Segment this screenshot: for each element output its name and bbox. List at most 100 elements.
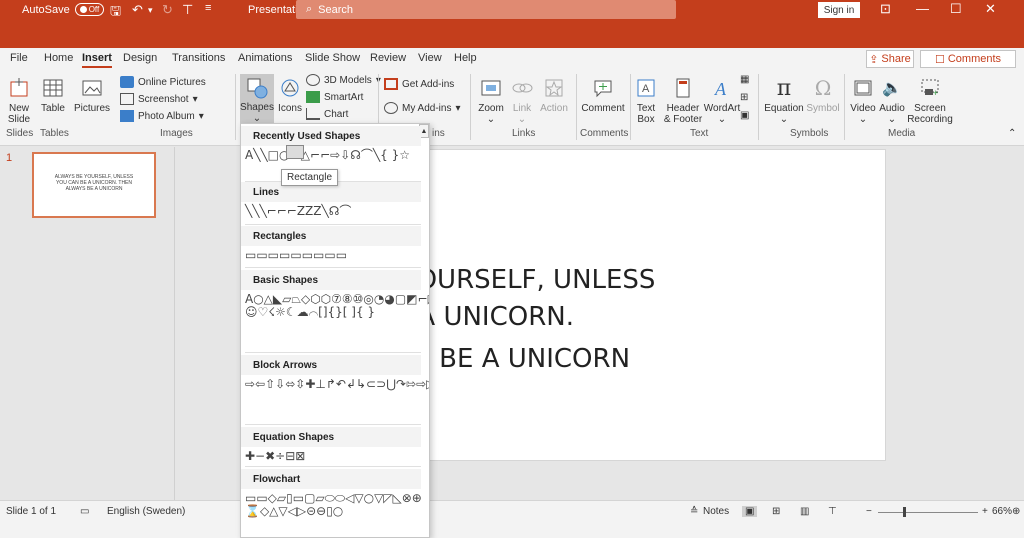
save-icon[interactable]: 🖫 — [110, 2, 121, 24]
equation-button[interactable]: π Equation ⌄ — [764, 76, 804, 125]
3d-models-button[interactable]: 3D Models▾ — [306, 74, 381, 86]
ribbon-display-icon[interactable]: ⊡ — [880, 1, 891, 17]
wordart-button[interactable]: A WordArt ⌄ — [704, 76, 741, 125]
tab-animations[interactable]: Animations — [238, 52, 292, 64]
tab-transitions[interactable]: Transitions — [172, 52, 225, 64]
online-pictures-button[interactable]: Online Pictures — [120, 76, 206, 88]
flowchart-shapes[interactable]: ▭▭◇▱▯▭▢▱⬭⬭◁▽○▽◸◺⊗⊕⌛◇△▽◁▷⊝⊖▯○ — [241, 489, 422, 518]
symbol-button[interactable]: Ω Symbol — [806, 76, 840, 115]
tab-help[interactable]: Help — [454, 52, 477, 64]
recent-shapes[interactable]: A╲╲□○▭△⌐⌐⇨⇩☊⌒╲{ }☆ — [241, 146, 421, 162]
undo-icon[interactable]: ↶ — [132, 2, 143, 18]
speaker-icon: 🔈 — [882, 79, 902, 97]
section-heading: Flowchart — [241, 469, 421, 489]
rectangle-shape-hover[interactable] — [286, 145, 304, 159]
zoom-button[interactable]: Zoom ⌄ — [476, 76, 506, 125]
new-slide-button[interactable]: New Slide — [4, 76, 34, 125]
tab-insert[interactable]: Insert — [82, 52, 112, 68]
share-button[interactable]: ⇪ Share — [866, 50, 914, 68]
group-label-slides: Slides — [6, 128, 34, 139]
comment-icon — [590, 76, 616, 100]
customize-toolbar-icon[interactable]: ≡ — [205, 2, 211, 14]
get-addins-button[interactable]: Get Add-ins — [384, 78, 454, 90]
screen-recording-button[interactable]: + Screen Recording — [907, 76, 953, 125]
slide-thumbnail[interactable]: ALWAYS BE YOURSELF, UNLESS YOU CAN BE A … — [32, 152, 156, 218]
undo-dropdown-icon[interactable]: ▾ — [148, 5, 153, 16]
slide-number-icon[interactable]: ⊞ — [740, 92, 748, 103]
header-footer-button[interactable]: Header & Footer — [662, 76, 704, 125]
video-button[interactable]: Video ⌄ — [848, 76, 878, 125]
tab-slide-show[interactable]: Slide Show — [305, 52, 360, 64]
sign-in-button[interactable]: Sign in — [818, 2, 860, 18]
zoom-in-icon[interactable]: + — [982, 506, 988, 517]
collapse-ribbon-icon[interactable]: ⌃ — [1008, 128, 1016, 139]
status-bar: Slide 1 of 1 ▭ English (Sweden) ≙ Notes … — [0, 500, 1024, 538]
block-arrow-shapes[interactable]: ⇨⇦⇧⇩⬄⇳✚⊥↱↶↲↳⊂⊃⋃↷⇰⇨▷⊳⇨⊳⇩⊲⇧✚⇧ — [241, 375, 429, 391]
zoom-level[interactable]: 66% — [992, 506, 1012, 517]
icons-button[interactable]: Icons — [276, 76, 304, 114]
screenshot-button[interactable]: Screenshot ▾ — [120, 93, 198, 105]
autosave-toggle[interactable]: AutoSave Off — [22, 3, 105, 16]
autosave-switch[interactable]: Off — [74, 3, 105, 16]
close-icon[interactable]: ✕ — [985, 1, 996, 17]
tab-file[interactable]: File — [10, 52, 28, 64]
group-label-symbols: Symbols — [790, 128, 829, 139]
tab-view[interactable]: View — [418, 52, 442, 64]
smartart-button[interactable]: SmartArt — [306, 91, 363, 103]
redo-icon[interactable]: ↻ — [162, 2, 173, 18]
slideshow-icon[interactable]: ⊤ — [828, 506, 837, 517]
group-label-images: Images — [160, 128, 193, 139]
fit-to-window-icon[interactable]: ⊕ — [1012, 506, 1020, 517]
audio-button[interactable]: 🔈 Audio ⌄ — [878, 76, 906, 125]
photo-album-icon — [120, 110, 134, 122]
section-heading: Block Arrows — [241, 355, 421, 375]
table-button[interactable]: Table — [38, 76, 68, 114]
link-button[interactable]: Link ⌄ — [508, 76, 536, 125]
line-shapes[interactable]: ╲╲╲⌐⌐⌐ZZZ╲☊⌒ — [241, 202, 421, 218]
action-icon — [541, 76, 567, 100]
equation-shapes[interactable]: ✚−✖÷⊟⊠ — [241, 447, 421, 463]
notes-button[interactable]: Notes — [703, 506, 729, 517]
shapes-button[interactable]: Shapes ⌄ — [240, 74, 274, 124]
icons-icon — [277, 76, 303, 100]
my-addins-button[interactable]: My Add-ins ▾ — [384, 102, 461, 114]
ribbon-tabs: File Home Insert Design Transitions Anim… — [0, 48, 1024, 70]
basic-shapes[interactable]: A○△◣▱⏢◇⬡⬡⑦⑧⑩◎◔◕▢◩⌐◸✚⬡▢▢▢◎◉⌒◰☺♡☇☼☾☁⌒[]{}[… — [241, 290, 429, 319]
search-box[interactable]: ⌕ Search — [296, 0, 676, 19]
accessibility-icon[interactable]: ▭ — [80, 506, 89, 517]
object-icon[interactable]: ▣ — [740, 110, 749, 121]
comments-button[interactable]: ☐ Comments — [920, 50, 1016, 68]
chevron-down-icon: ⌄ — [779, 114, 789, 125]
language[interactable]: English (Sweden) — [107, 506, 185, 517]
date-time-icon[interactable]: ▦ — [740, 74, 749, 85]
tab-home[interactable]: Home — [44, 52, 73, 64]
chart-icon — [306, 108, 320, 120]
minimize-icon[interactable]: — — [916, 1, 929, 16]
pi-icon: π — [776, 75, 792, 101]
zoom-slider[interactable] — [878, 512, 978, 513]
group-label-links: Links — [512, 128, 536, 139]
chevron-down-icon: ⌄ — [717, 114, 727, 125]
reading-view-icon[interactable]: ▥ — [800, 506, 809, 517]
rectangle-shapes[interactable]: ▭▭▭▭▭▭▭▭▭ — [241, 246, 421, 262]
normal-view-icon[interactable]: ▣ — [742, 506, 758, 517]
zoom-out-icon[interactable]: − — [866, 506, 872, 517]
presentation-icon[interactable]: ⊤ — [182, 2, 193, 18]
section-lines: Lines ╲╲╲⌐⌐⌐ZZZ╲☊⌒ — [241, 182, 421, 218]
text-box-button[interactable]: A Text Box — [634, 76, 658, 125]
maximize-icon[interactable]: ☐ — [950, 1, 962, 17]
chevron-down-icon: ⌄ — [887, 114, 897, 125]
pictures-button[interactable]: Pictures — [74, 76, 110, 114]
svg-text:A: A — [642, 83, 650, 95]
tab-design[interactable]: Design — [123, 52, 157, 64]
action-button[interactable]: Action — [538, 76, 570, 114]
tab-review[interactable]: Review — [370, 52, 406, 64]
divider — [844, 74, 845, 140]
photo-album-button[interactable]: Photo Album ▾ — [120, 110, 204, 122]
zoom-slider-thumb[interactable] — [903, 507, 906, 517]
divider — [245, 466, 421, 467]
section-equation-shapes: Equation Shapes ✚−✖÷⊟⊠ — [241, 427, 421, 463]
chart-button[interactable]: Chart — [306, 108, 348, 120]
slide-sorter-icon[interactable]: ⊞ — [772, 506, 780, 517]
new-comment-button[interactable]: Comment — [580, 76, 626, 114]
